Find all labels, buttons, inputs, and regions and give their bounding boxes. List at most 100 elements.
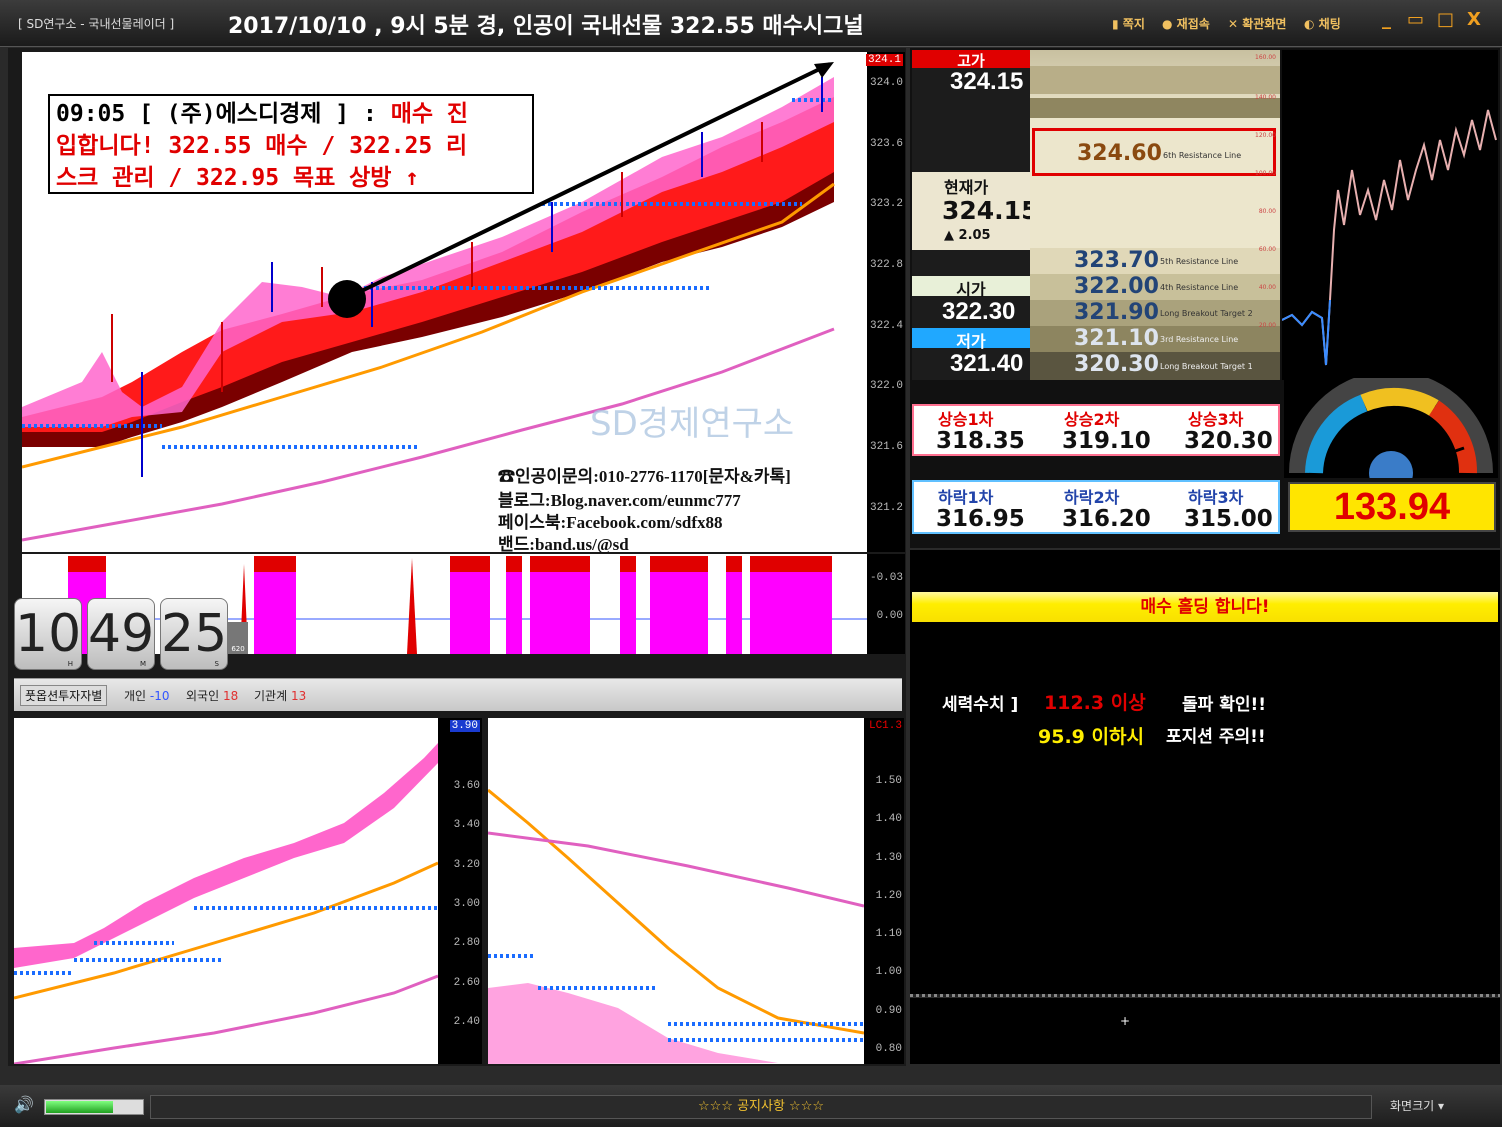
axis-tick: 324.0	[869, 77, 903, 89]
minimize-button[interactable]: _	[1382, 9, 1391, 30]
scale-tick: 80.00	[1258, 208, 1276, 215]
level-row: 323.70 5th Resistance Line	[1030, 248, 1280, 274]
axis-tick: 322.8	[869, 259, 903, 271]
low-value: 321.40	[950, 350, 1024, 377]
screen-size-button[interactable]: 화면크기 ▾	[1390, 1097, 1444, 1114]
scale-tick: 60.00	[1258, 246, 1276, 253]
put-option-svg	[487, 788, 865, 1064]
power-mini-svg	[1281, 109, 1497, 366]
level-name: 6th Resistance Line	[1163, 151, 1242, 160]
page-title: 2017/10/10 , 9시 5분 경, 인공이 국내선물 322.55 매수…	[228, 14, 864, 39]
axis-tick: 0.90	[875, 1005, 902, 1017]
gauge-hub	[1369, 451, 1413, 495]
axis-tick: 322.0	[869, 380, 903, 392]
restore-button[interactable]: ▭	[1407, 9, 1424, 30]
ohlc-column: 고가 324.15 현재가 324.15 ▲ 2.05 시가 322.30 저가…	[912, 50, 1038, 380]
axis-tick: 1.30	[875, 852, 902, 864]
signal-banner: 매수 홀딩 합니다!	[912, 592, 1498, 622]
open-value: 322.30	[942, 298, 1016, 325]
power-down-value: 95.9 이하시	[1038, 726, 1144, 748]
breakout-confirm: 돌파 확인!!	[1182, 695, 1266, 715]
rise-value: 318.35	[936, 428, 1025, 454]
call-option-svg	[13, 743, 439, 1066]
ma-pink-3	[487, 831, 865, 908]
fall-label: 하락2차	[1064, 488, 1120, 507]
fall-label: 하락1차	[938, 488, 994, 507]
change-value: ▲ 2.05	[944, 228, 991, 243]
menu-chat[interactable]: ◐ 채팅	[1304, 15, 1341, 32]
investor-bar: 풋옵션투자자별 개인 -10 외국인 18 기관계 13	[14, 678, 902, 711]
level-band	[1030, 98, 1280, 118]
level-band	[1030, 66, 1280, 94]
title-bar: [ SD연구소 - 국내선물레이더 ] 2017/10/10 , 9시 5분 경…	[0, 0, 1502, 47]
status-bar: 🔊 ☆☆☆ 공지사항 ☆☆☆ 화면크기 ▾	[0, 1085, 1502, 1127]
clock-extra: 620	[228, 622, 248, 654]
axis-tick: 2.40	[453, 1016, 480, 1028]
ma-pink-2	[13, 974, 439, 1066]
axis-tick: 0.80	[875, 1043, 902, 1055]
clock-minute: 49 M	[87, 598, 155, 670]
power-up-value: 112.3 이상	[1044, 692, 1146, 714]
fall-label: 하락3차	[1188, 488, 1244, 507]
band-pink	[14, 743, 438, 968]
entry-marker	[328, 280, 366, 318]
axis-tick: 0.00	[876, 610, 903, 622]
cursor-mark: +	[1120, 1014, 1131, 1028]
scale-tick: 160.00	[1255, 54, 1276, 61]
clock-second-label: S	[214, 660, 219, 668]
menu-memo[interactable]: ▮ 쪽지	[1112, 15, 1145, 32]
fall-value: 316.95	[936, 506, 1025, 532]
power-mini-chart	[1281, 50, 1498, 380]
axis-tick: 1.00	[875, 966, 902, 978]
current-label: 현재가	[944, 178, 989, 197]
power-gauge	[1284, 371, 1498, 495]
axis-tick: 321.2	[869, 502, 903, 514]
volume-slider[interactable]	[44, 1099, 144, 1115]
level-row: 321.90 Long Breakout Target 2	[1030, 300, 1280, 326]
axis-tick: 3.20	[453, 859, 480, 871]
scale-tick: 120.00	[1255, 132, 1276, 139]
annotation-line-3: 스크 관리 / 322.95 목표 상방 ↑	[56, 165, 420, 191]
axis-tick: 323.2	[869, 198, 903, 210]
put-axis: LC1.3 1.50 1.40 1.30 1.20 1.10 1.00 0.90…	[864, 718, 904, 1064]
level-price: 324.60	[1077, 141, 1162, 166]
axis-tick: 3.60	[453, 780, 480, 792]
investor-institution: 기관계 13	[254, 689, 307, 703]
investor-individual: 개인 -10	[124, 689, 170, 703]
power-label: 세력수치 ]	[942, 695, 1019, 715]
fall-value: 315.00	[1184, 506, 1273, 532]
axis-tick: 2.60	[453, 977, 480, 989]
clock-hour-label: H	[67, 660, 73, 668]
gauge-value: 133.94	[1288, 482, 1496, 532]
open-label: 시가	[912, 276, 1030, 299]
axis-tick: 1.20	[875, 890, 902, 902]
axis-tick: 322.4	[869, 320, 903, 332]
signal-annotation: 09:05 [ (주)에스디경제 ] : 매수 진 입합니다! 322.55 매…	[48, 94, 534, 194]
rise-table: 상승1차 상승2차 상승3차 318.35 319.10 320.30	[912, 404, 1280, 456]
axis-tick: 321.6	[869, 441, 903, 453]
speaker-icon[interactable]: 🔊	[14, 1095, 34, 1114]
investor-foreign: 외국인 18	[186, 689, 239, 703]
contact-band: 밴드:band.us/@sd	[498, 535, 629, 554]
signal-panel: 매수 홀딩 합니다! 세력수치 ] 112.3 이상 돌파 확인!! 95.9 …	[910, 550, 1500, 997]
level-row: 322.00 4th Resistance Line	[1030, 274, 1280, 300]
levels-column: 324.60 6th Resistance Line 323.70 5th Res…	[1030, 50, 1280, 380]
menu-reconnect[interactable]: ● 재접속	[1162, 15, 1210, 32]
annotation-highlight: 매수 진	[390, 101, 469, 127]
contact-phone: ☎인공이문의:010-2776-1170[문자&카톡]	[498, 467, 791, 486]
gauge-svg	[1289, 371, 1493, 495]
maximize-button[interactable]: □	[1437, 9, 1454, 30]
menu-expand[interactable]: ✕ 확관화면	[1228, 15, 1286, 32]
clock-second: 25 S	[160, 598, 228, 670]
fall-table: 하락1차 하락2차 하락3차 316.95 316.20 315.00	[912, 480, 1280, 534]
last-value-tag: LC1.3	[868, 720, 902, 732]
notice-ticker[interactable]: ☆☆☆ 공지사항 ☆☆☆	[150, 1095, 1372, 1119]
scale-tick: 100.00	[1255, 170, 1276, 177]
tab-put-investor[interactable]: 풋옵션투자자별	[20, 685, 108, 706]
put-option-chart[interactable]	[487, 718, 865, 1064]
axis-tick: 3.00	[453, 898, 480, 910]
call-option-chart[interactable]	[13, 718, 439, 1066]
call-axis: 3.90 3.60 3.40 3.20 3.00 2.80 2.60 2.40	[438, 718, 482, 1064]
annotation-time: 09:05 [ (주)에스디경제 ] :	[56, 101, 377, 127]
close-button[interactable]: X	[1467, 9, 1481, 30]
